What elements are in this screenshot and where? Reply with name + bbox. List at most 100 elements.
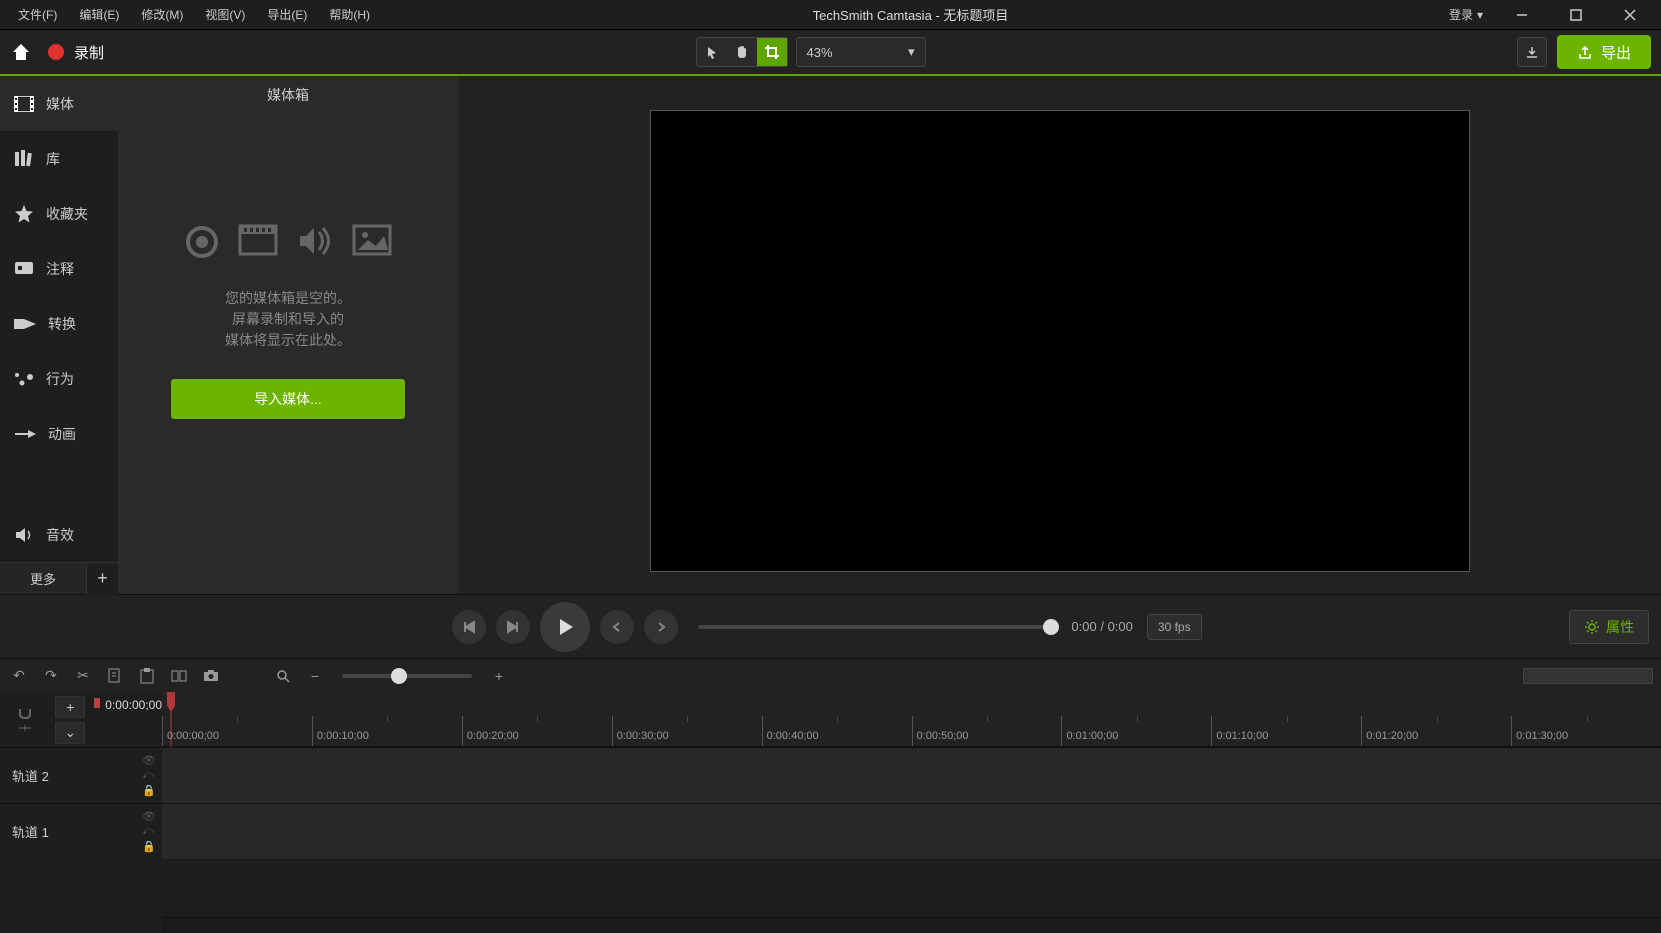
track-row-1[interactable]	[162, 803, 1661, 859]
download-button[interactable]	[1517, 37, 1547, 67]
redo-button[interactable]: ↷	[40, 667, 62, 684]
ruler-tick: 0:00:40;00	[762, 716, 912, 746]
timeline-scrollbar[interactable]	[162, 917, 1661, 933]
star-icon	[14, 204, 34, 224]
copy-button[interactable]	[104, 668, 126, 684]
home-icon	[10, 41, 32, 63]
zoom-slider-handle[interactable]	[391, 668, 407, 684]
login-button[interactable]: 登录 ▾	[1441, 2, 1491, 27]
timeline-options[interactable]	[0, 692, 50, 747]
sidebar-item-behaviors[interactable]: 行为	[0, 351, 118, 406]
step-forward-button[interactable]	[644, 610, 678, 644]
add-track-button[interactable]: +	[55, 696, 85, 718]
more-button[interactable]: 更多	[0, 569, 86, 588]
main-area: 媒体 库 收藏夹 注释 转换 行为 动画 音效	[0, 76, 1661, 594]
lock-icon[interactable]: 🔒	[142, 840, 156, 853]
screenshot-button[interactable]	[200, 669, 222, 682]
sidebar-item-audio[interactable]: 音效	[0, 507, 118, 562]
scrubber-handle[interactable]	[1043, 619, 1059, 635]
timeline-ruler[interactable]: 0:00:00;000:00:10;000:00:20;000:00:30;00…	[162, 692, 1661, 747]
behavior-icon	[14, 371, 34, 387]
undo-button[interactable]: ↶	[8, 667, 30, 684]
timeline-toolbar: ↶ ↷ ✂ − +	[0, 658, 1661, 692]
maximize-button[interactable]	[1553, 0, 1599, 30]
visibility-icon[interactable]: 👁	[142, 810, 156, 823]
login-label: 登录	[1449, 6, 1473, 23]
zoom-in-button[interactable]: +	[488, 668, 510, 684]
reverse-icon[interactable]: ⤺	[142, 825, 156, 838]
record-media-icon	[184, 224, 220, 260]
timeline-zoom-slider[interactable]	[342, 674, 472, 678]
zoom-dropdown[interactable]: 43% ▾	[796, 37, 926, 67]
menu-edit[interactable]: 编辑(E)	[69, 2, 129, 27]
pointer-tool[interactable]	[697, 38, 727, 66]
preview-canvas[interactable]	[650, 110, 1470, 572]
split-icon	[171, 669, 187, 683]
film-icon	[14, 96, 34, 112]
visibility-icon[interactable]: 👁	[142, 754, 156, 767]
video-media-icon	[238, 224, 278, 256]
lock-icon[interactable]: 🔒	[142, 784, 156, 797]
reverse-icon[interactable]: ⤺	[142, 769, 156, 782]
share-icon	[1577, 44, 1593, 60]
close-icon	[1624, 9, 1636, 21]
sidebar-item-media[interactable]: 媒体	[0, 76, 118, 131]
marker-icon	[18, 724, 32, 732]
record-button[interactable]: 录制	[46, 42, 104, 63]
split-button[interactable]	[168, 669, 190, 683]
properties-button[interactable]: 属性	[1569, 610, 1649, 644]
fps-display[interactable]: 30 fps	[1147, 614, 1202, 640]
collapse-tracks-button[interactable]: ⌄	[55, 722, 85, 744]
timeline-minimap[interactable]	[1523, 668, 1653, 684]
zoom-value: 43%	[807, 45, 833, 60]
copy-icon	[108, 668, 122, 684]
canvas-tool-group	[696, 37, 788, 67]
menu-bar: 文件(F) 编辑(E) 修改(M) 视图(V) 导出(E) 帮助(H)	[0, 2, 380, 27]
zoom-search-button[interactable]	[272, 669, 294, 683]
track-row-2[interactable]	[162, 747, 1661, 803]
menu-help[interactable]: 帮助(H)	[319, 2, 380, 27]
next-clip-button[interactable]	[496, 610, 530, 644]
import-media-button[interactable]: 导入媒体...	[171, 379, 405, 419]
paste-icon	[140, 668, 154, 684]
empty-line: 媒体将显示在此处。	[225, 330, 351, 351]
export-button[interactable]: 导出	[1557, 35, 1651, 69]
timeline: + ⌄ 0:00:00;00 轨道 2 👁 ⤺ 🔒 轨道 1 👁 ⤺ 🔒	[0, 692, 1661, 933]
canvas-area	[458, 76, 1661, 594]
menu-export[interactable]: 导出(E)	[257, 2, 317, 27]
cut-button[interactable]: ✂	[72, 667, 94, 684]
crop-tool[interactable]	[757, 38, 787, 66]
sidebar-item-transitions[interactable]: 转换	[0, 296, 118, 351]
sidebar-label: 库	[46, 149, 60, 169]
download-icon	[1525, 45, 1539, 59]
menu-modify[interactable]: 修改(M)	[131, 2, 193, 27]
track-name: 轨道 1	[12, 822, 49, 841]
sidebar-item-animations[interactable]: 动画	[0, 406, 118, 461]
step-back-button[interactable]	[600, 610, 634, 644]
menu-view[interactable]: 视图(V)	[195, 2, 255, 27]
home-button[interactable]	[10, 41, 32, 63]
window-title: TechSmith Camtasia - 无标题项目	[380, 5, 1441, 24]
close-button[interactable]	[1607, 0, 1653, 30]
sidebar-item-library[interactable]: 库	[0, 131, 118, 186]
sidebar-item-annotations[interactable]: 注释	[0, 241, 118, 296]
sidebar-label: 注释	[46, 259, 74, 279]
camera-icon	[203, 669, 219, 682]
playback-scrubber[interactable]	[698, 625, 1051, 629]
playhead-marker-icon	[93, 698, 101, 710]
media-bin-panel: 媒体箱 您的媒体箱是空的。 屏幕录制和导入的 媒体将显示在此处。 导入媒体...	[118, 76, 458, 594]
prev-clip-button[interactable]	[452, 610, 486, 644]
ruler-tick: 0:01:30;00	[1511, 716, 1661, 746]
pan-tool[interactable]	[727, 38, 757, 66]
export-label: 导出	[1601, 42, 1631, 63]
minimize-button[interactable]	[1499, 0, 1545, 30]
add-tab-button[interactable]: +	[86, 563, 118, 595]
menu-file[interactable]: 文件(F)	[8, 2, 67, 27]
record-label: 录制	[74, 42, 104, 63]
track-header-1[interactable]: 轨道 1 👁 ⤺ 🔒	[0, 803, 162, 859]
play-button[interactable]	[540, 602, 590, 652]
sidebar-item-favorites[interactable]: 收藏夹	[0, 186, 118, 241]
zoom-out-button[interactable]: −	[304, 668, 326, 684]
track-header-2[interactable]: 轨道 2 👁 ⤺ 🔒	[0, 747, 162, 803]
paste-button[interactable]	[136, 668, 158, 684]
